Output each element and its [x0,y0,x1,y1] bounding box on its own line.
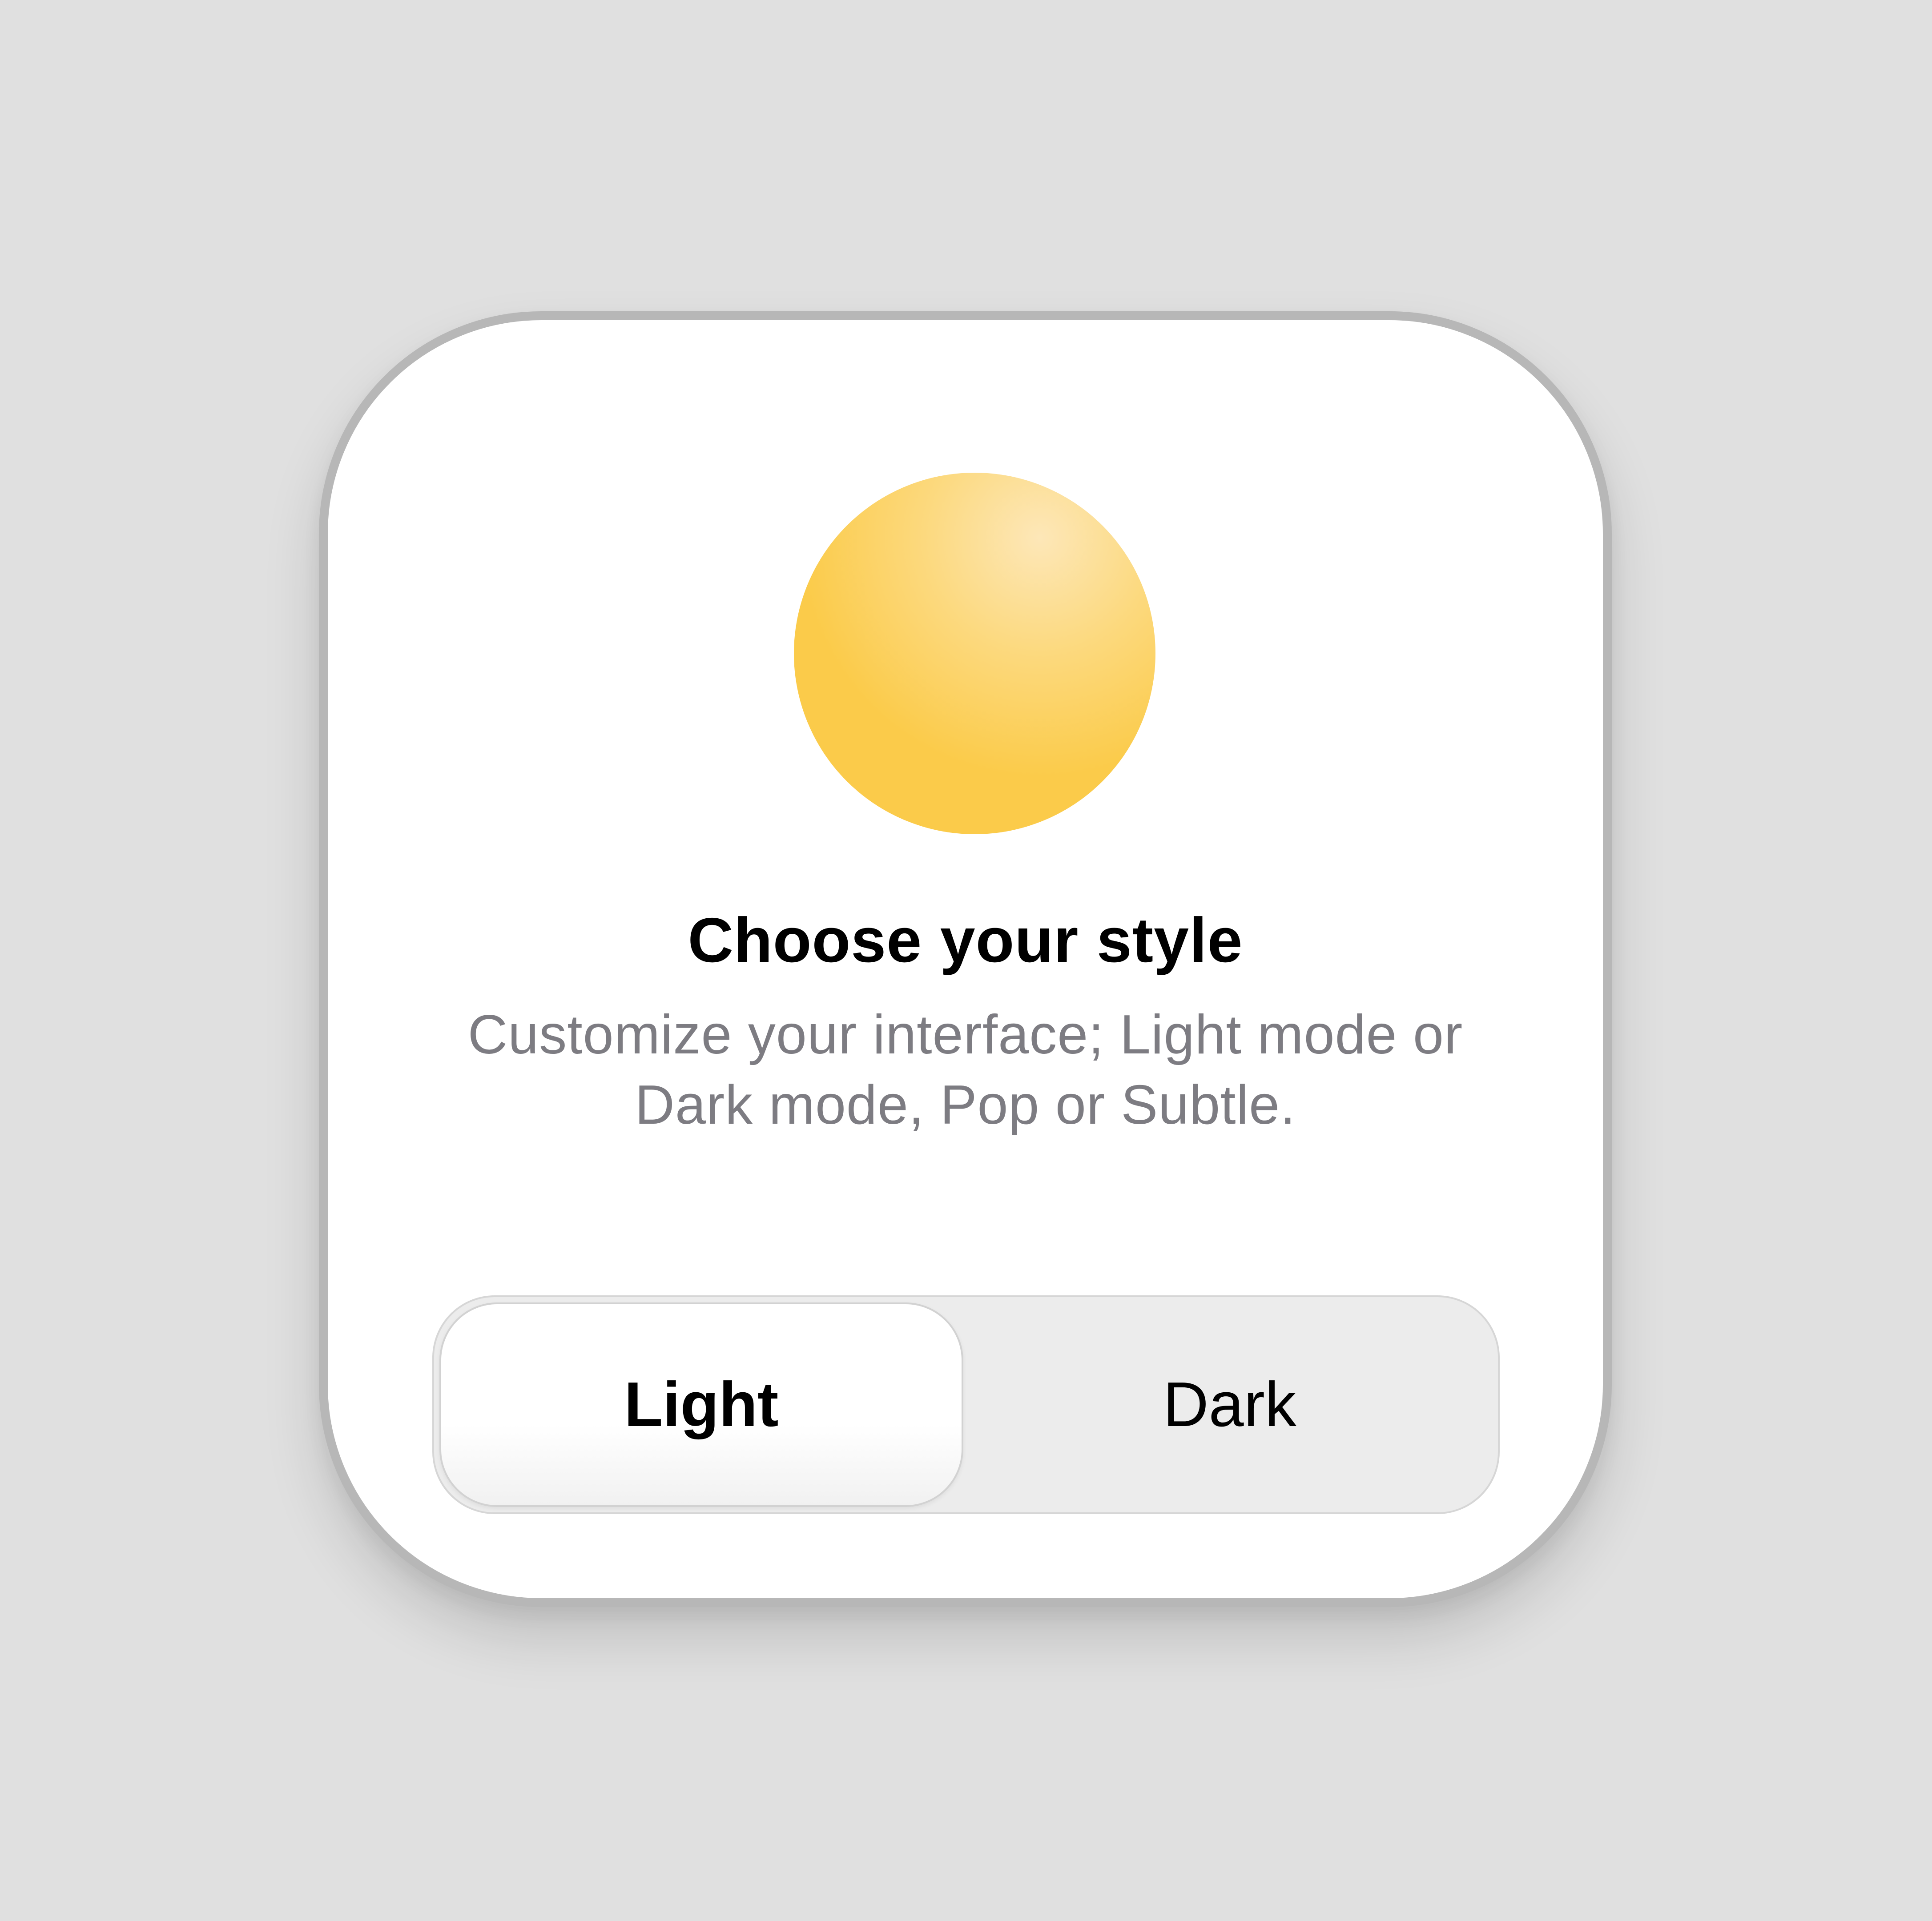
light-mode-button[interactable]: Light [439,1302,963,1507]
card-subtitle: Customize your interface; Light mode or … [467,1004,1463,1136]
theme-segmented-control: Light Dark [432,1295,1500,1514]
dark-mode-button[interactable]: Dark [968,1302,1492,1507]
card-title: Choose your style [688,905,1243,976]
style-picker-card: Choose your style Customize your interfa… [319,311,1612,1607]
sun-icon [794,473,1155,834]
